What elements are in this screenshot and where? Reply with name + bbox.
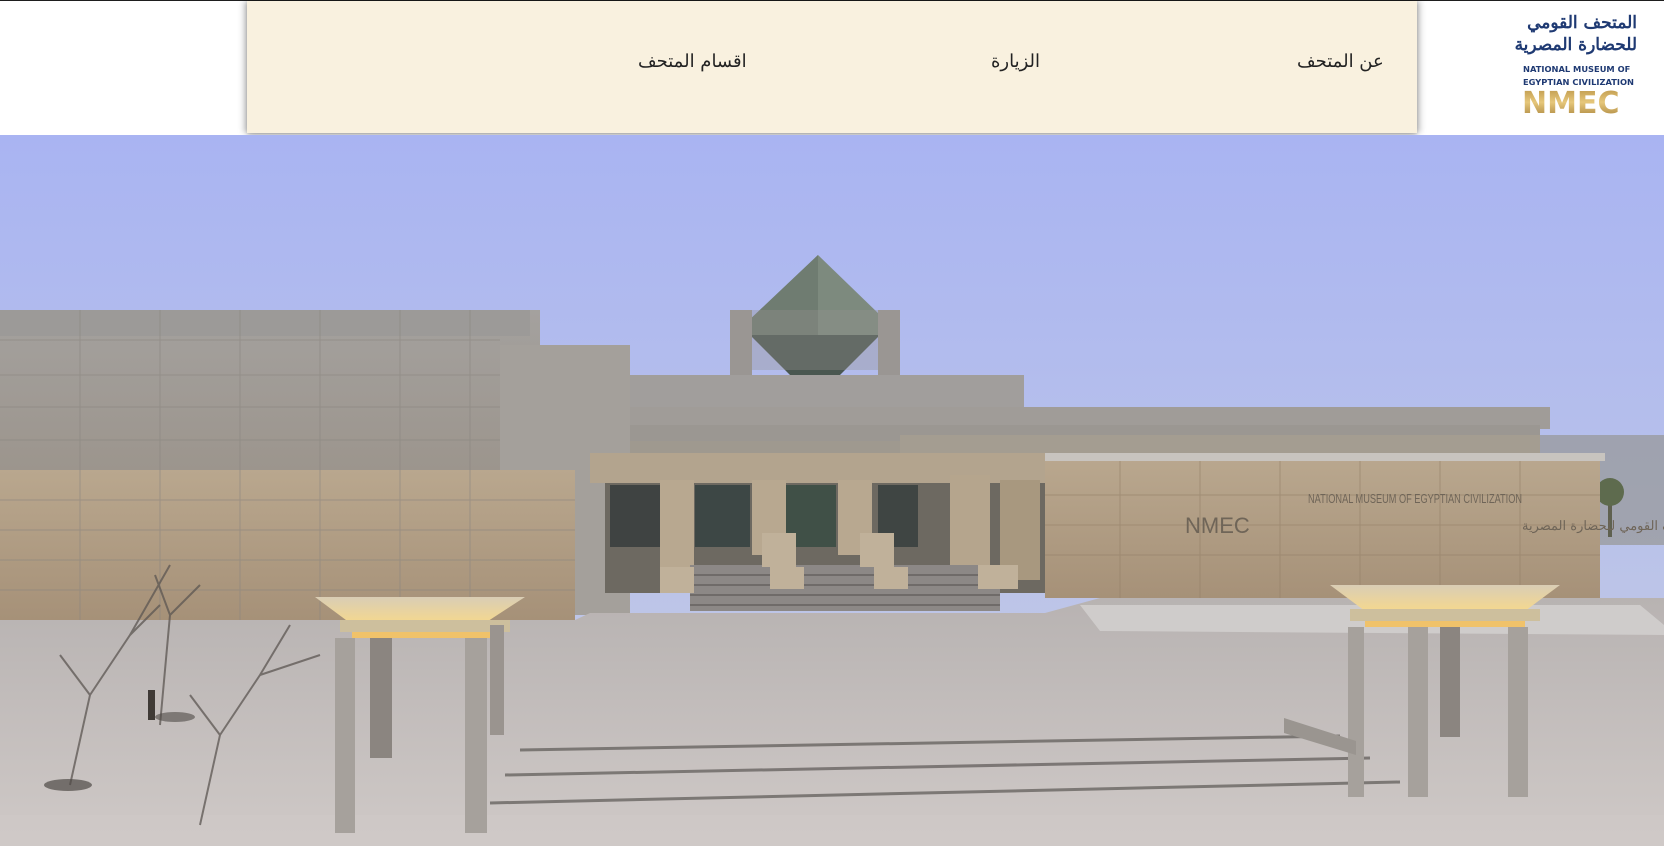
main-navigation: عن المتحف الزيارة اقسام المتحف المتحف ال… [247,1,1637,133]
facade-sign-english: NATIONAL MUSEUM OF EGYPTIAN CIVILIZATION [1308,491,1522,506]
hero-image: NATIONAL MUSEUM OF EGYPTIAN CIVILIZATION… [0,135,1664,846]
museum-building-illustration: NATIONAL MUSEUM OF EGYPTIAN CIVILIZATION… [0,135,1664,846]
site-logo[interactable]: المتحف القومي للحضارة المصرية NATIONAL M… [1515,13,1639,121]
nav-link-about[interactable]: عن المتحف [1297,51,1384,72]
facade-sign-abbr: NMEC [1185,513,1250,538]
nav-link-sections[interactable]: اقسام المتحف [638,51,747,72]
nav-link-visit[interactable]: الزيارة [991,51,1040,72]
logo-arabic-line-2: للحضارة المصرية [1514,35,1637,55]
logo-abbreviation: NMEC [1522,86,1620,121]
logo-arabic-line-1: المتحف القومي [1527,13,1637,33]
logo-english-line-1: NATIONAL MUSEUM OF [1523,64,1631,74]
facade-sign-arabic: المتحف القومي للحضارة المصرية [1522,519,1664,534]
